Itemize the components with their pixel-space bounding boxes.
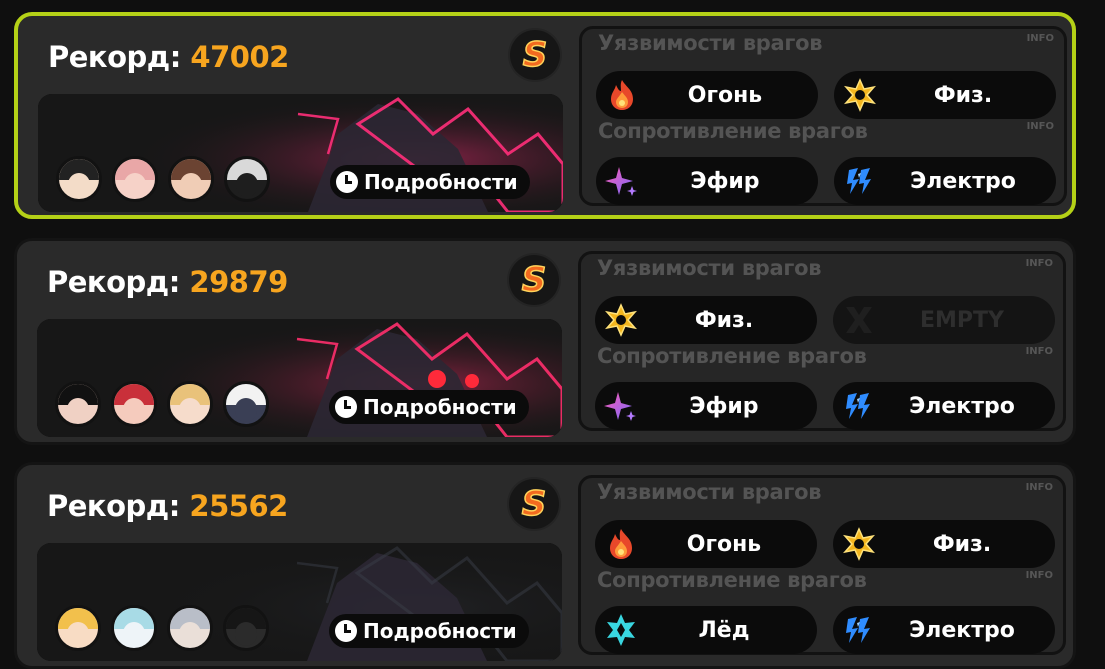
ether-icon: [601, 386, 641, 426]
element-weaknesses-pill[interactable]: Огонь: [596, 71, 818, 119]
agent-avatar: [111, 381, 157, 427]
rank-badge: S: [510, 30, 560, 80]
element-label: Огонь: [686, 531, 762, 557]
team-card[interactable]: Рекорд: 25562 S Подробности Уязвимости враг…: [14, 462, 1076, 669]
details-button[interactable]: Подробности: [329, 614, 529, 648]
info-link[interactable]: INFO: [1026, 258, 1053, 269]
team-card[interactable]: Рекорд: 47002 S Подробности Уязвимости враг…: [14, 12, 1076, 219]
agent-avatar: [223, 605, 269, 651]
agent-avatar: [55, 381, 101, 427]
element-weaknesses-pill[interactable]: Огонь: [595, 520, 817, 568]
element-label: Электро: [909, 393, 1015, 419]
electric-icon: [840, 161, 880, 201]
agent-avatar: [56, 156, 102, 202]
info-link[interactable]: INFO: [1027, 121, 1054, 132]
element-weaknesses-pill[interactable]: Физ.: [833, 520, 1055, 568]
clock-icon: [335, 620, 357, 642]
element-label: Эфир: [689, 393, 759, 419]
rank-badge: S: [509, 479, 559, 529]
record-score: Рекорд: 47002: [48, 40, 289, 74]
boss-banner: Подробности: [38, 94, 563, 212]
agent-avatar: [112, 156, 158, 202]
element-label: EMPTY: [920, 307, 1004, 333]
element-label: Физ.: [933, 82, 993, 108]
element-resistances-pill[interactable]: Электро: [834, 157, 1056, 205]
agent-avatar: [167, 381, 213, 427]
element-resistances-pill[interactable]: Эфир: [596, 157, 818, 205]
team-avatars: [55, 381, 269, 427]
team-avatars: [56, 156, 270, 202]
element-weaknesses-pill[interactable]: Физ.: [834, 71, 1056, 119]
fire-icon: [601, 524, 641, 564]
enemy-attributes-panel: Уязвимости врагов INFO Огонь Физ. Сопротивле…: [578, 475, 1066, 655]
boss-banner: Подробности: [37, 319, 562, 437]
score-value: 25562: [189, 489, 288, 523]
clock-icon: [336, 171, 358, 193]
agent-avatar: [223, 381, 269, 427]
info-link[interactable]: INFO: [1026, 482, 1053, 493]
enemy-attributes-panel: Уязвимости врагов INFO Физ. EMPTY Сопротивле…: [578, 251, 1066, 431]
weakness-title: Уязвимости врагов: [597, 256, 822, 280]
element-label: Электро: [910, 168, 1016, 194]
weakness-title: Уязвимости врагов: [598, 31, 823, 55]
element-label: Электро: [909, 617, 1015, 643]
record-score: Рекорд: 29879: [47, 265, 288, 299]
element-label: Огонь: [687, 82, 763, 108]
ice-icon: [601, 610, 641, 650]
agent-avatar: [55, 605, 101, 651]
ether-icon: [602, 161, 642, 201]
score-value: 47002: [190, 40, 289, 74]
agent-avatar: [168, 156, 214, 202]
score-value: 29879: [189, 265, 288, 299]
electric-icon: [839, 610, 879, 650]
team-card[interactable]: Рекорд: 29879 S Подробности Уязвимости враг…: [14, 238, 1076, 445]
details-button[interactable]: Подробности: [330, 165, 530, 199]
physical-icon: [840, 75, 880, 115]
details-button[interactable]: Подробности: [329, 390, 529, 424]
agent-avatar: [111, 605, 157, 651]
element-resistances-pill[interactable]: Эфир: [595, 382, 817, 430]
physical-icon: [601, 300, 641, 340]
record-score: Рекорд: 25562: [47, 489, 288, 523]
info-link[interactable]: INFO: [1027, 33, 1054, 44]
resistance-title: Сопротивление врагов: [598, 119, 868, 143]
physical-icon: [839, 524, 879, 564]
element-weaknesses-pill[interactable]: Физ.: [595, 296, 817, 344]
resistance-title: Сопротивление врагов: [597, 568, 867, 592]
element-resistances-pill[interactable]: Электро: [833, 382, 1055, 430]
weakness-title: Уязвимости врагов: [597, 480, 822, 504]
agent-avatar: [167, 605, 213, 651]
clock-icon: [335, 396, 357, 418]
team-avatars: [55, 605, 269, 651]
rank-badge: S: [509, 255, 559, 305]
fire-icon: [602, 75, 642, 115]
electric-icon: [839, 386, 879, 426]
element-label: Эфир: [690, 168, 760, 194]
element-label: Физ.: [932, 531, 992, 557]
resistance-title: Сопротивление врагов: [597, 344, 867, 368]
boss-banner: Подробности: [37, 543, 562, 661]
x-icon: [839, 300, 879, 340]
element-weaknesses-pill[interactable]: EMPTY: [833, 296, 1055, 344]
element-resistances-pill[interactable]: Электро: [833, 606, 1055, 654]
enemy-attributes-panel: Уязвимости врагов INFO Огонь Физ. Сопротивле…: [579, 26, 1067, 206]
element-resistances-pill[interactable]: Лёд: [595, 606, 817, 654]
info-link[interactable]: INFO: [1026, 346, 1053, 357]
agent-avatar: [224, 156, 270, 202]
element-label: Физ.: [694, 307, 754, 333]
element-label: Лёд: [698, 617, 750, 643]
info-link[interactable]: INFO: [1026, 570, 1053, 581]
